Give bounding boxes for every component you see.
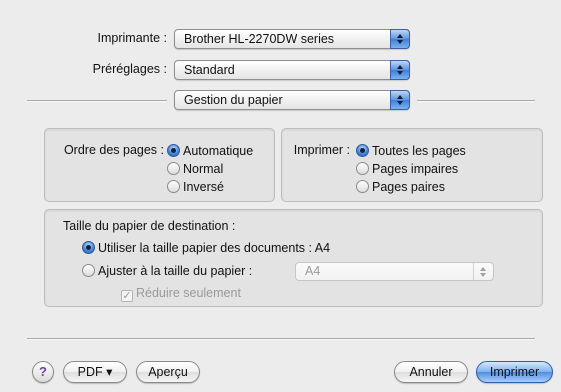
pdf-menu-button[interactable]: PDF ▾ (63, 361, 127, 383)
print-button[interactable]: Imprimer (476, 361, 553, 383)
presets-popup-value: Standard (184, 63, 235, 77)
radio-label: Ajuster à la taille du papier : (98, 264, 253, 278)
radio-pages-impaires[interactable]: Pages impaires (356, 161, 458, 177)
popup-arrows-icon (390, 29, 410, 49)
fit-paper-size-popup[interactable]: A4 (295, 262, 494, 281)
page-order-label: Ordre des pages : (63, 143, 164, 157)
page-order-group (44, 128, 275, 202)
presets-popup[interactable]: Standard (174, 60, 410, 80)
checkbox-scale-down-only[interactable]: ✓ Réduire seulement (121, 285, 241, 302)
radio-button-icon (356, 162, 369, 175)
separator-left (27, 100, 167, 101)
radio-label: Automatique (183, 144, 254, 158)
popup-arrows-icon (390, 90, 410, 110)
radio-label: Utiliser la taille papier des documents … (98, 241, 331, 255)
radio-button-icon (82, 241, 95, 254)
separator-right (417, 100, 535, 101)
radio-button-icon (356, 144, 369, 157)
radio-button-icon (167, 162, 180, 175)
radio-toutes-les-pages[interactable]: Toutes les pages (356, 143, 466, 159)
checkmark-icon: ✓ (121, 290, 133, 302)
radio-use-document-size[interactable]: Utiliser la taille papier des documents … (82, 240, 330, 256)
print-pages-label: Imprimer : (293, 143, 350, 157)
presets-label: Préréglages : (92, 62, 167, 76)
panel-popup-value: Gestion du papier (184, 93, 283, 107)
radio-automatique[interactable]: Automatique (167, 143, 253, 159)
radio-label: Toutes les pages (372, 144, 466, 158)
radio-label: Inversé (183, 180, 224, 194)
destination-title: Taille du papier de destination : (63, 219, 236, 233)
printer-popup[interactable]: Brother HL-2270DW series (174, 29, 410, 49)
preview-button[interactable]: Aperçu (136, 361, 200, 383)
radio-inverse[interactable]: Inversé (167, 179, 224, 195)
radio-fit-to-paper[interactable]: Ajuster à la taille du papier : (82, 263, 252, 279)
panel-popup[interactable]: Gestion du papier (174, 90, 410, 110)
fit-paper-size-value: A4 (305, 264, 321, 278)
bottom-separator (27, 338, 535, 339)
printer-label: Imprimante : (97, 31, 167, 45)
radio-button-icon (167, 144, 180, 157)
radio-button-icon (82, 264, 95, 277)
radio-normal[interactable]: Normal (167, 161, 223, 177)
help-button[interactable]: ? (32, 361, 54, 383)
popup-arrows-icon (473, 263, 493, 280)
radio-button-icon (167, 180, 180, 193)
radio-label: Normal (183, 162, 224, 176)
checkbox-label: Réduire seulement (136, 286, 241, 300)
popup-arrows-icon (390, 60, 410, 80)
radio-button-icon (356, 180, 369, 193)
cancel-button[interactable]: Annuler (394, 361, 468, 383)
radio-pages-paires[interactable]: Pages paires (356, 179, 445, 195)
radio-label: Pages impaires (372, 162, 459, 176)
printer-popup-value: Brother HL-2270DW series (184, 32, 335, 46)
radio-label: Pages paires (372, 180, 445, 194)
